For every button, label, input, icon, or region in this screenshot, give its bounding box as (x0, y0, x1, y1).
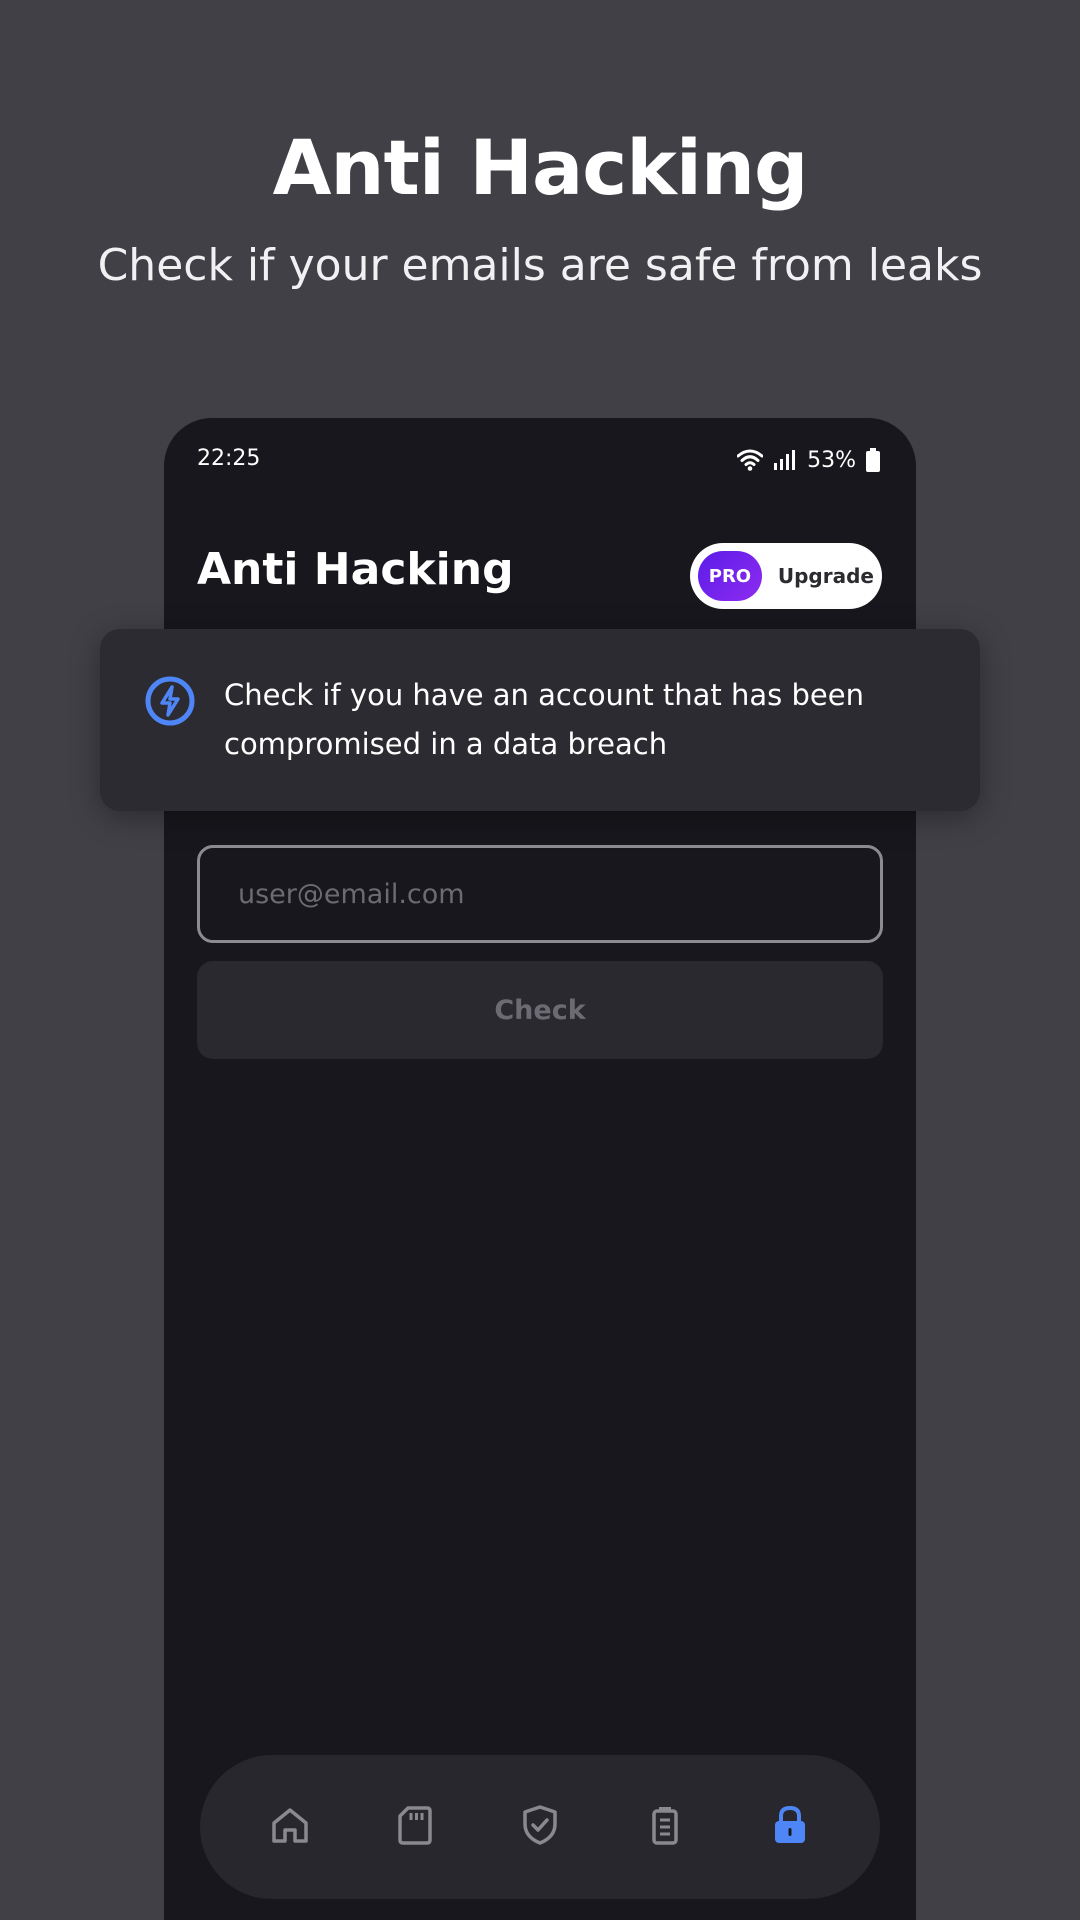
info-text: Check if you have an account that has be… (224, 678, 864, 761)
upgrade-button[interactable]: PRO Upgrade (690, 543, 882, 609)
upgrade-label: Upgrade (777, 564, 874, 588)
lock-icon (768, 1803, 812, 1851)
battery-icon (866, 448, 880, 472)
signal-icon (773, 449, 797, 471)
email-input[interactable] (197, 845, 883, 943)
status-indicators: 53% (737, 444, 880, 476)
pro-badge: PRO (698, 551, 762, 601)
nav-home[interactable] (255, 1792, 325, 1862)
app-title: Anti Hacking (197, 544, 514, 595)
app-store-screenshot: Anti Hacking Check if your emails are sa… (0, 0, 1080, 1920)
shield-check-icon (518, 1803, 562, 1851)
bolt-circle-icon (143, 674, 197, 728)
battery-percent: 53% (807, 447, 856, 473)
home-icon (268, 1803, 312, 1851)
nav-protection[interactable] (505, 1792, 575, 1862)
promo-title: Anti Hacking (272, 123, 809, 212)
status-time: 22:25 (197, 446, 261, 471)
battery-clipboard-icon (643, 1803, 687, 1851)
status-bar: 22:25 53% (164, 418, 916, 498)
nav-storage[interactable] (380, 1792, 450, 1862)
bottom-nav (200, 1755, 880, 1899)
wifi-icon (737, 449, 764, 471)
nav-battery[interactable] (630, 1792, 700, 1862)
nav-anti-hacking[interactable] (755, 1792, 825, 1862)
info-card: Check if you have an account that has be… (100, 629, 980, 811)
sd-card-icon (393, 1803, 437, 1851)
promo-subtitle: Check if your emails are safe from leaks (97, 240, 983, 291)
check-button[interactable]: Check (197, 961, 883, 1059)
